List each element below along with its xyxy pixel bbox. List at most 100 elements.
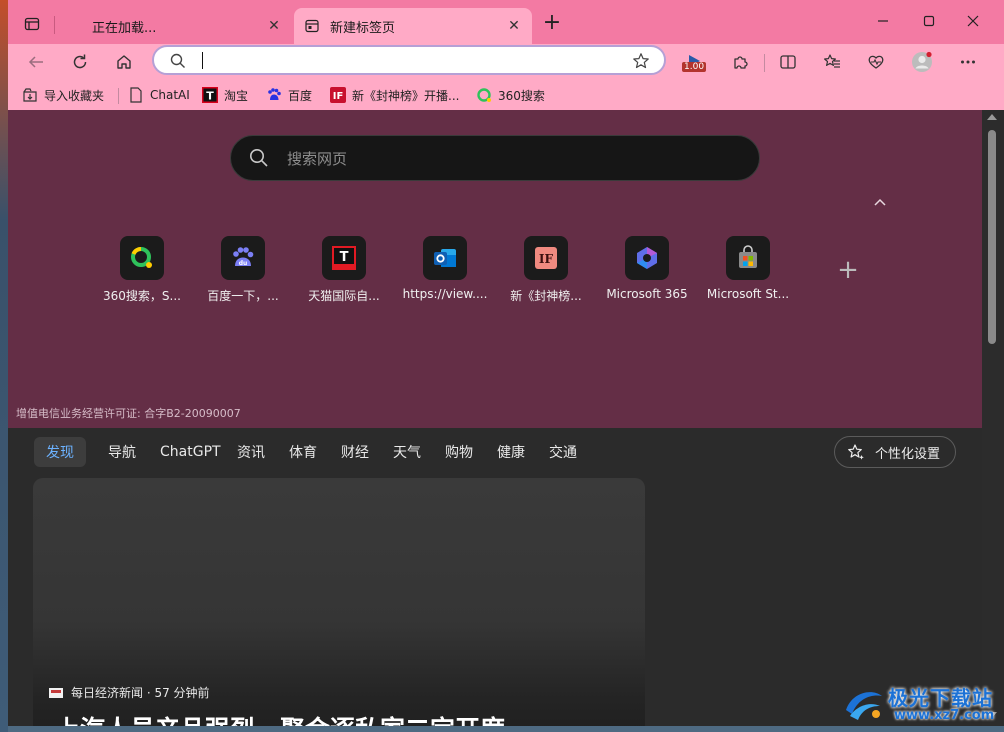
bookmark-label: 百度 (288, 88, 313, 103)
watermark-brand: 极光下载站 (888, 686, 993, 710)
web-search-input[interactable] (285, 147, 729, 171)
quick-link-microsoft-store[interactable]: Microsoft St... (700, 236, 796, 306)
tab-close-icon[interactable]: ✕ (506, 18, 522, 34)
page-scrollbar[interactable] (982, 110, 1004, 726)
tab-title: 正在加载... (92, 20, 157, 36)
quick-link-outlook[interactable]: https://view.... (397, 236, 493, 306)
quick-link-label: 百度一下，... (207, 289, 279, 303)
address-input[interactable] (206, 50, 610, 72)
bookmark-fengshen[interactable]: IF 新《封神榜》开播... (330, 84, 459, 106)
minimize-icon (878, 20, 888, 22)
more-dots-icon (961, 60, 975, 64)
bookmark-chatai[interactable]: ChatAI (128, 84, 190, 106)
extensions-button[interactable] (726, 48, 754, 76)
outlook-icon (423, 236, 467, 280)
split-screen-icon (780, 55, 796, 69)
back-button[interactable] (22, 48, 50, 76)
feed-tab-traffic[interactable]: 交通 (549, 437, 577, 467)
collapse-quick-links-button[interactable] (870, 194, 890, 210)
baidu-icon: du (221, 236, 265, 280)
refresh-icon (73, 54, 87, 69)
watermark-url: www.xz7.com (894, 708, 995, 723)
tab-actions-button[interactable] (18, 12, 46, 36)
watermark: 极光下载站 www.xz7.com (842, 680, 1002, 730)
split-screen-button[interactable] (774, 48, 802, 76)
bookmark-label: ChatAI (150, 88, 190, 102)
refresh-button[interactable] (66, 48, 94, 76)
360-icon (476, 87, 492, 103)
puzzle-icon (734, 56, 748, 69)
quick-link-label: Microsoft St... (706, 287, 790, 301)
favorite-star-icon[interactable] (632, 52, 650, 74)
close-window-button[interactable] (950, 8, 996, 34)
favorites-bar: 导入收藏夹 ChatAI T 淘宝 百度 IF 新《封神榜》开播... 360搜… (8, 80, 1004, 110)
quick-link-360-search[interactable]: 360搜索，S... (94, 236, 190, 306)
360-icon (120, 236, 164, 280)
add-quick-link-button[interactable]: + (836, 257, 860, 283)
profile-button[interactable] (908, 48, 936, 76)
maximize-icon (923, 15, 935, 27)
scrollbar-thumb[interactable] (988, 130, 996, 344)
bookmark-360-search[interactable]: 360搜索 (476, 84, 545, 106)
tab-new-tab[interactable]: 新建标签页 ✕ (294, 8, 532, 44)
license-text: 增值电信业务经营许可证: 合字B2-20090007 (16, 407, 241, 420)
feed-tab-shopping[interactable]: 购物 (445, 437, 473, 467)
bookmark-taobao[interactable]: T 淘宝 (202, 84, 248, 106)
feed-tab-discover[interactable]: 发现 (34, 437, 86, 467)
hero-background: 360搜索，S... du 百度一下，... T 天猫国际自... https:… (8, 110, 982, 428)
feed-tab-navigation[interactable]: 导航 (108, 437, 136, 467)
sparkle-star-icon (847, 443, 865, 461)
feed-tab-health[interactable]: 健康 (497, 437, 525, 467)
bookmark-label: 淘宝 (224, 88, 249, 103)
bookmark-label: 360搜索 (498, 88, 545, 103)
quick-link-tmall[interactable]: T 天猫国际自... (296, 236, 392, 306)
tab-title: 新建标签页 (330, 20, 396, 36)
scroll-up-arrow-icon[interactable] (987, 114, 997, 120)
feed-tab-chatgpt[interactable]: ChatGPT (160, 437, 221, 467)
new-tab-page: 360搜索，S... du 百度一下，... T 天猫国际自... https:… (8, 110, 1004, 726)
chevron-up-icon (874, 198, 886, 206)
tmall-icon: T (322, 236, 366, 280)
close-icon (967, 15, 979, 27)
store-icon (726, 236, 770, 280)
baidu-icon (266, 87, 282, 103)
search-icon (249, 148, 269, 172)
news-source: 每日经济新闻 · 57 分钟前 (49, 684, 210, 701)
favorites-button[interactable] (818, 48, 846, 76)
tab-loading[interactable]: 正在加载... ✕ (56, 8, 292, 44)
avatar (912, 51, 932, 72)
tab-close-icon[interactable]: ✕ (266, 18, 282, 34)
loading-icon (66, 18, 82, 34)
quick-link-microsoft-365[interactable]: Microsoft 365 (599, 236, 695, 306)
new-tab-button[interactable]: + (540, 12, 564, 36)
svg-text:IF: IF (333, 91, 344, 102)
news-card[interactable]: 每日经济新闻 · 57 分钟前 上汽人员产品强烈，聚会逐私家二定开度 (33, 478, 645, 726)
settings-more-button[interactable] (954, 48, 982, 76)
text-caret (202, 52, 203, 69)
feed-tab-weather[interactable]: 天气 (393, 437, 421, 467)
feed-tab-news[interactable]: 资讯 (237, 437, 265, 467)
browser-essentials-button[interactable] (862, 48, 890, 76)
bookmark-import-favorites[interactable]: 导入收藏夹 (22, 84, 104, 106)
svg-text:T: T (206, 90, 214, 103)
feed-tab-finance[interactable]: 财经 (341, 437, 369, 467)
quick-link-fengshen[interactable]: IF 新《封神榜... (498, 236, 594, 306)
fengshen-icon: IF (330, 87, 346, 103)
web-search-box[interactable] (230, 135, 760, 181)
toolbar-divider (764, 54, 765, 72)
search-icon (170, 53, 186, 73)
bookmark-divider (118, 88, 119, 104)
feed-tab-sports[interactable]: 体育 (289, 437, 317, 467)
address-bar[interactable] (152, 45, 666, 75)
quick-link-label: 新《封神榜... (510, 289, 582, 303)
personalize-button[interactable]: 个性化设置 (834, 436, 956, 468)
import-icon (22, 87, 38, 103)
quick-link-baidu[interactable]: du 百度一下，... (195, 236, 291, 306)
minimize-button[interactable] (860, 8, 906, 34)
bookmark-baidu[interactable]: 百度 (266, 84, 312, 106)
home-button[interactable] (110, 48, 138, 76)
heart-pulse-icon (868, 55, 884, 69)
maximize-button[interactable] (906, 8, 952, 34)
news-headline[interactable]: 上汽人员产品强烈，聚会逐私家二定开度 (55, 710, 505, 726)
svg-text:T: T (340, 250, 349, 265)
